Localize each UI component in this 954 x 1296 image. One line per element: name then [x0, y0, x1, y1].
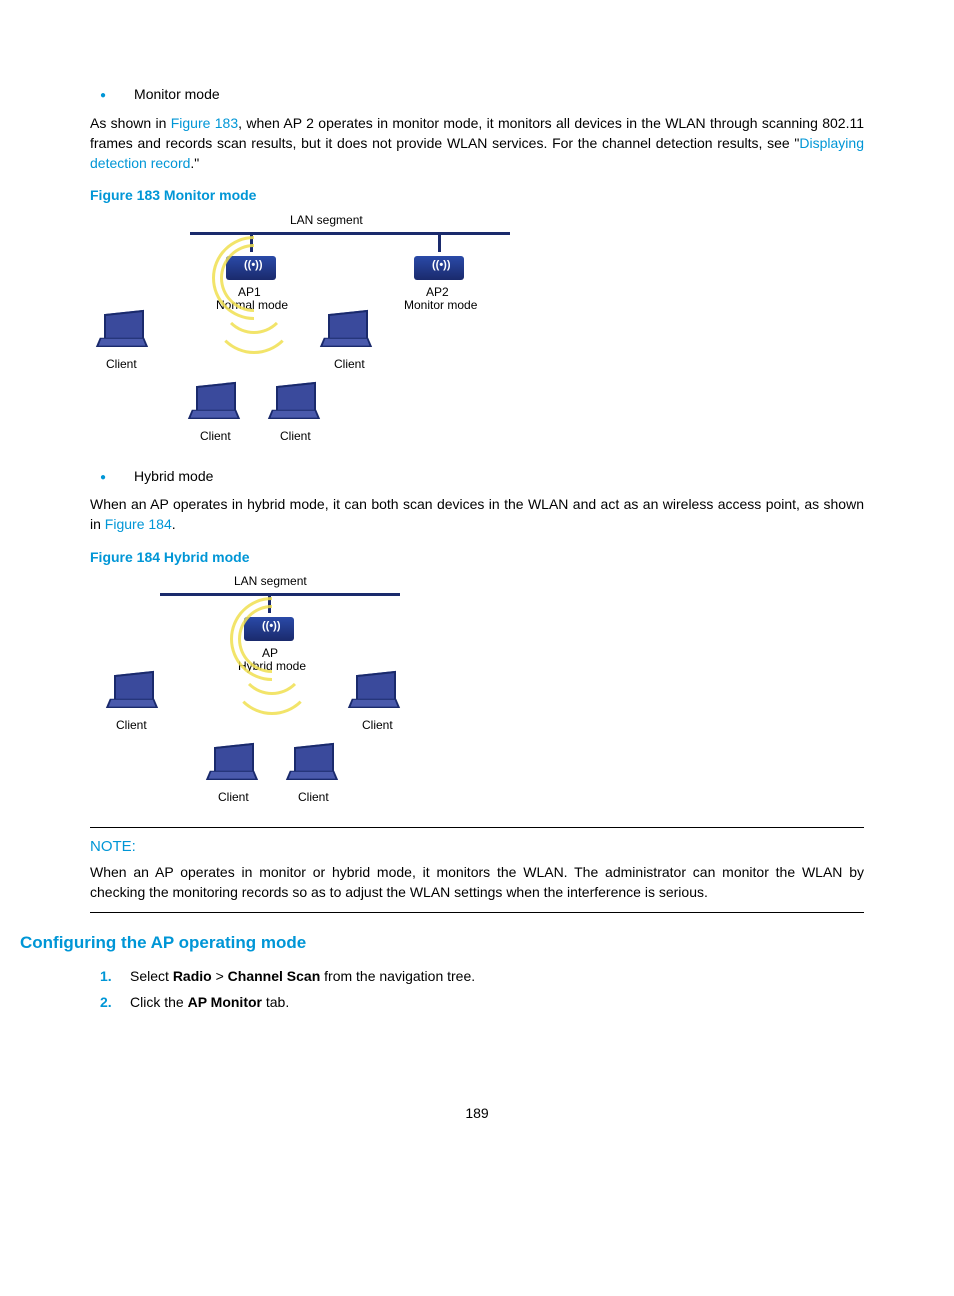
step-text: Select Radio > Channel Scan from the nav… [130, 966, 475, 986]
client-label: Client [106, 356, 137, 373]
laptop-icon [208, 745, 256, 785]
lan-segment-line [190, 232, 510, 235]
laptop-icon [322, 312, 370, 352]
client-label: Client [298, 789, 329, 806]
client-label: Client [334, 356, 365, 373]
step-number: 2. [100, 992, 130, 1012]
figure-184-diagram: LAN segment ((•)) AP Hybrid mode Client … [90, 573, 490, 813]
lan-label: LAN segment [290, 212, 363, 229]
step-text: Click the AP Monitor tab. [130, 992, 289, 1012]
ap2-mode-label: Monitor mode [404, 297, 477, 314]
link-figure-184[interactable]: Figure 184 [105, 516, 172, 532]
v-line [438, 232, 441, 252]
client-label: Client [280, 428, 311, 445]
lan-segment-line [160, 593, 400, 596]
bullet-text: Monitor mode [134, 84, 220, 104]
heading-configuring: Configuring the AP operating mode [20, 931, 864, 956]
bullet-dot-icon: ● [100, 471, 106, 486]
laptop-icon [108, 673, 156, 713]
link-figure-183[interactable]: Figure 183 [171, 115, 238, 131]
lan-label: LAN segment [234, 573, 307, 590]
note-body: When an AP operates in monitor or hybrid… [90, 862, 864, 903]
note-label: NOTE: [90, 836, 864, 858]
laptop-icon [270, 384, 318, 424]
figure-183-caption: Figure 183 Monitor mode [90, 185, 864, 205]
step-number: 1. [100, 966, 130, 986]
figure-184-caption: Figure 184 Hybrid mode [90, 547, 864, 567]
ap2-icon: ((•)) [414, 252, 464, 282]
bullet-monitor: ● Monitor mode [100, 84, 864, 105]
bullet-text: Hybrid mode [134, 466, 213, 486]
step-2: 2. Click the AP Monitor tab. [100, 992, 864, 1012]
step-1: 1. Select Radio > Channel Scan from the … [100, 966, 864, 986]
laptop-icon [288, 745, 336, 785]
client-label: Client [218, 789, 249, 806]
bullet-dot-icon: ● [100, 89, 106, 104]
laptop-icon [190, 384, 238, 424]
note-box: NOTE: When an AP operates in monitor or … [90, 827, 864, 913]
laptop-icon [350, 673, 398, 713]
client-label: Client [116, 717, 147, 734]
bullet-hybrid: ● Hybrid mode [100, 466, 864, 487]
figure-183-diagram: LAN segment ((•)) AP1 Normal mode ((•)) … [90, 212, 610, 452]
client-label: Client [200, 428, 231, 445]
paragraph-hybrid: When an AP operates in hybrid mode, it c… [90, 494, 864, 535]
paragraph-monitor: As shown in Figure 183, when AP 2 operat… [90, 113, 864, 174]
client-label: Client [362, 717, 393, 734]
page-number: 189 [90, 1103, 864, 1123]
laptop-icon [98, 312, 146, 352]
